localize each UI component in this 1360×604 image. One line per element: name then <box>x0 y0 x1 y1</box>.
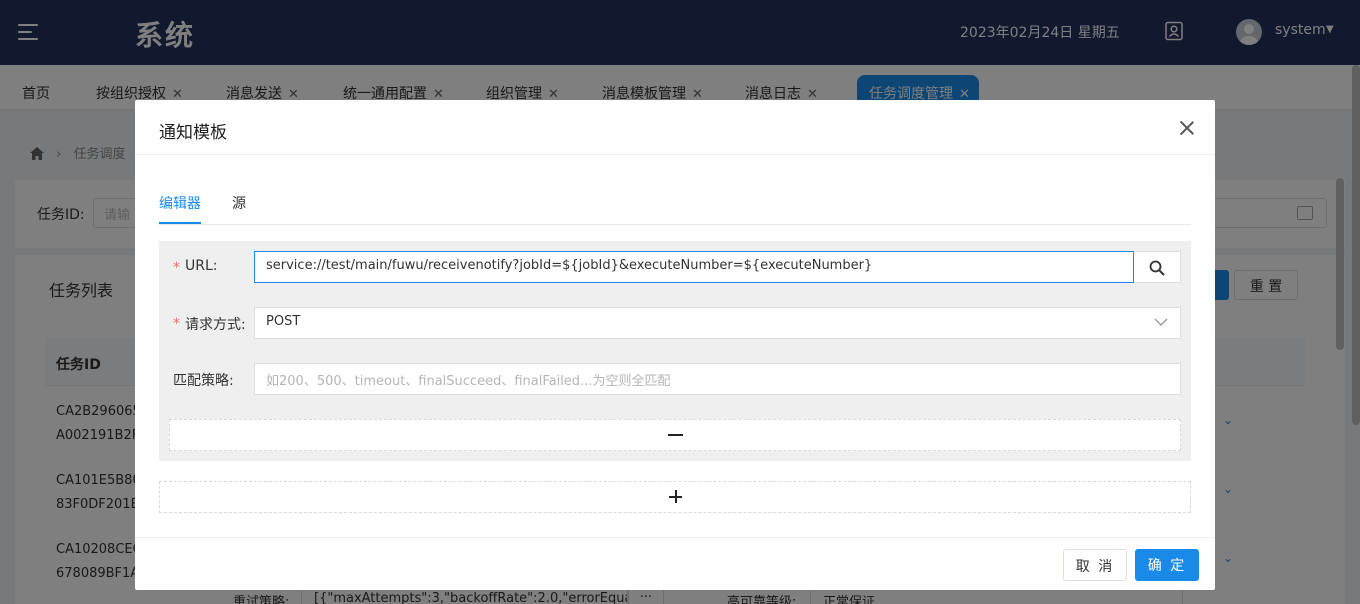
add-item-button[interactable] <box>159 481 1191 513</box>
method-select[interactable]: POST <box>254 307 1181 339</box>
tab-editor[interactable]: 编辑器 <box>159 193 201 213</box>
active-tab-indicator <box>159 222 201 224</box>
url-label: URL: <box>185 258 218 274</box>
chevron-down-icon <box>1154 318 1168 326</box>
dialog-tabs: 编辑器 源 <box>159 179 1191 225</box>
required-mark: * <box>173 316 180 332</box>
cancel-button[interactable]: 取 消 <box>1063 549 1127 581</box>
url-search-button[interactable] <box>1134 251 1181 283</box>
close-icon[interactable] <box>1179 120 1195 136</box>
remove-item-button[interactable] <box>169 419 1181 451</box>
notify-form: * URL: service://test/main/fuwu/receiven… <box>159 241 1191 461</box>
url-input[interactable]: service://test/main/fuwu/receivenotify?j… <box>254 251 1134 283</box>
ok-button[interactable]: 确 定 <box>1135 549 1199 581</box>
method-label: 请求方式: <box>185 317 246 333</box>
method-value: POST <box>266 314 301 329</box>
required-mark: * <box>173 260 180 276</box>
strategy-input[interactable]: 如200、500、timeout、finalSucceed、finalFaile… <box>254 363 1181 395</box>
search-icon <box>1149 260 1165 276</box>
dialog-footer: 取 消 确 定 <box>135 537 1215 590</box>
notify-template-dialog: 通知模板 编辑器 源 * URL: service://test/main/fu… <box>135 100 1215 590</box>
dialog-title: 通知模板 <box>159 123 227 143</box>
dialog-header: 通知模板 <box>135 100 1215 155</box>
tab-source[interactable]: 源 <box>232 193 246 213</box>
strategy-label: 匹配策略: <box>173 373 234 389</box>
